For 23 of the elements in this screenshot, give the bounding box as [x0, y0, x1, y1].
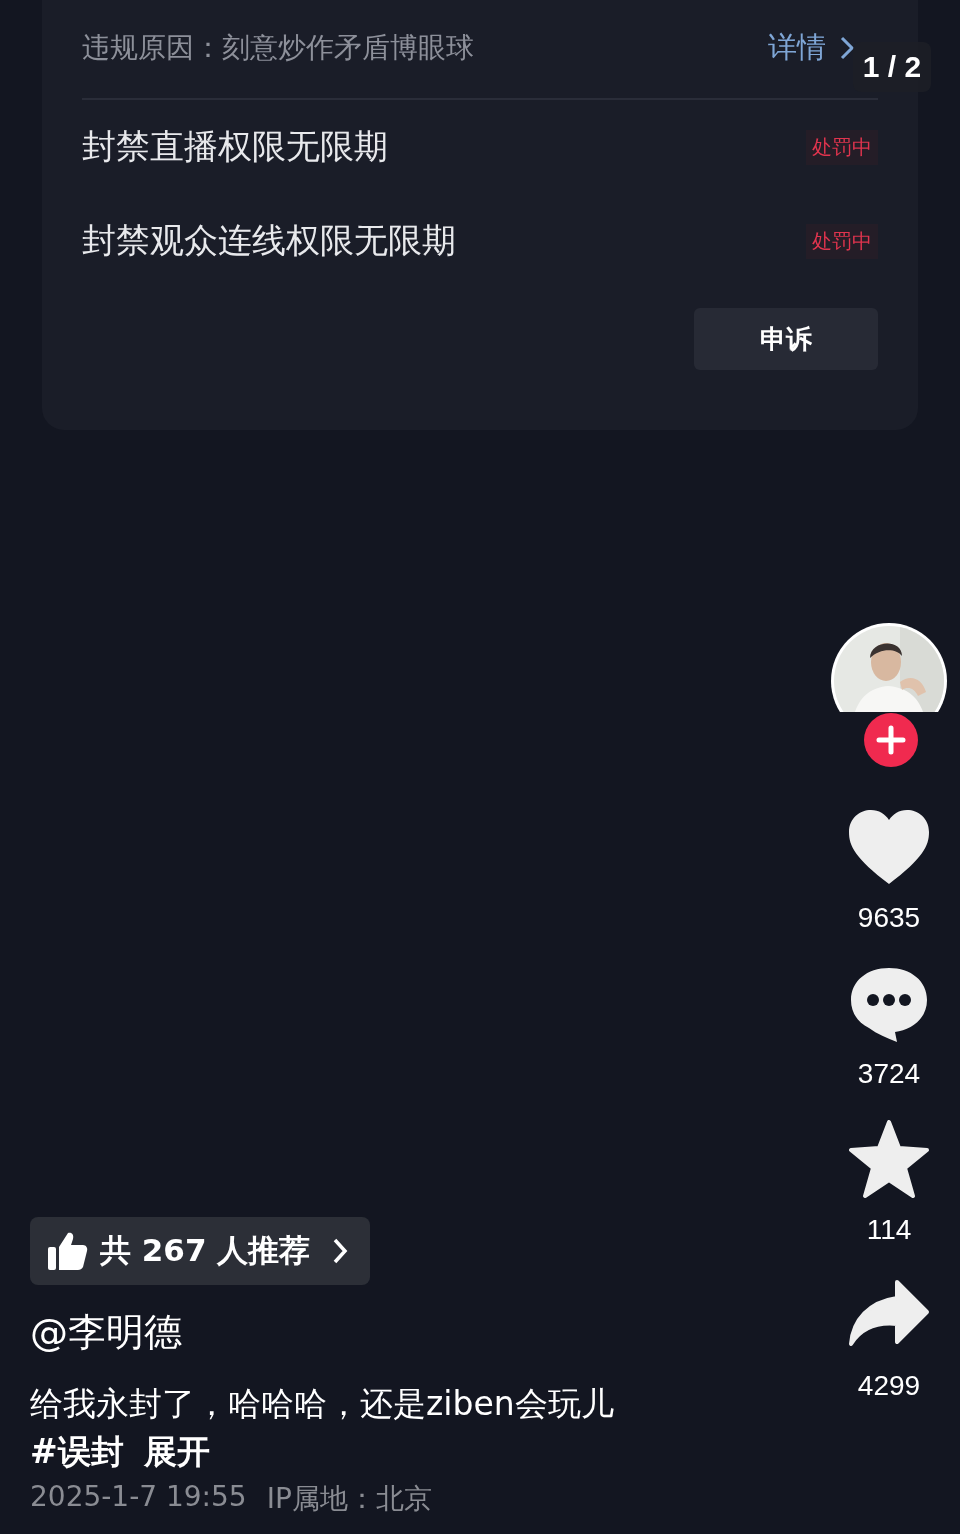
ip-location: IP属地：北京 [266, 1481, 432, 1517]
action-count: 4299 [857, 1370, 921, 1402]
page-indicator: 1 / 2 [853, 42, 931, 92]
penalty-text: 封禁观众连线权限无限期 [82, 219, 456, 262]
appeal-button[interactable]: 申诉 [694, 308, 878, 370]
details-link[interactable]: 详情 [768, 28, 826, 68]
star-icon[interactable] [847, 1120, 931, 1200]
expand-link[interactable]: 展开 [143, 1428, 210, 1476]
violation-reason: 违规原因：刻意炒作矛盾博眼球 [82, 30, 475, 66]
author-name[interactable]: @李明德 [30, 1307, 182, 1358]
plus-icon[interactable] [863, 712, 919, 768]
chevron-icon[interactable] [838, 34, 856, 62]
post-time: 2025-1-7 19:55 [30, 1480, 247, 1515]
thumbs-up-icon [46, 1230, 88, 1272]
action-count: 9635 [857, 902, 921, 934]
recommend-button[interactable]: 共 267 人推荐 [30, 1217, 371, 1285]
action-count: 3724 [857, 1058, 921, 1090]
penalty-status: 处罚中 [806, 223, 878, 259]
hashtag-link[interactable]: #误封 [30, 1428, 124, 1476]
penalty-text: 封禁直播权限无限期 [82, 125, 388, 168]
penalty-status: 处罚中 [806, 129, 878, 165]
caption-text: 给我永封了，哈哈哈，还是ziben会玩儿 [30, 1383, 614, 1425]
action-count: 114 [866, 1214, 912, 1246]
